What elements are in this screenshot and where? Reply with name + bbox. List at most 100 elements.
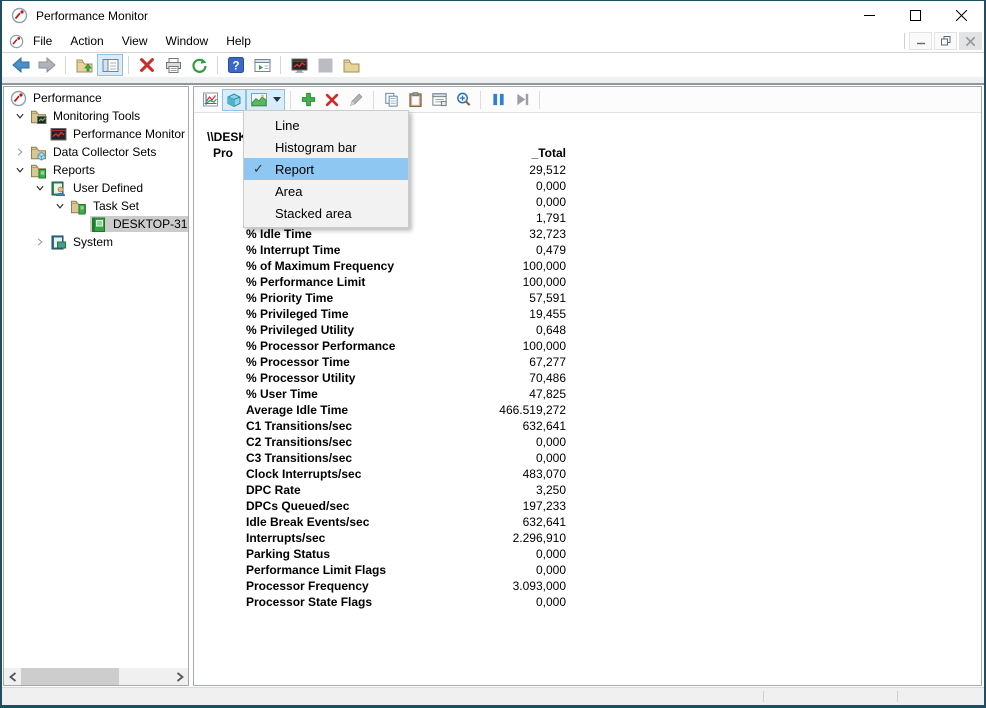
chevron-down-icon[interactable] (10, 162, 30, 178)
console-tree-panel: Performance Monitoring Tools Performance… (3, 86, 189, 686)
view-log-data-button[interactable] (222, 89, 246, 111)
report-row[interactable]: % Privileged Time 19,455 (246, 306, 566, 322)
menu-help[interactable]: Help (217, 31, 260, 51)
chevron-down-icon[interactable] (50, 198, 70, 214)
scroll-right-arrow-icon[interactable] (171, 668, 188, 685)
paste-counter-list-button[interactable] (403, 89, 427, 111)
back-button[interactable] (8, 54, 34, 76)
toolbar-separator (539, 91, 540, 109)
copy-properties-icon (383, 91, 400, 108)
report-row[interactable]: % Processor Time 67,277 (246, 354, 566, 370)
menu-bar: File Action View Window Help (2, 30, 984, 53)
menu-window[interactable]: Window (157, 31, 218, 51)
report-row[interactable]: % Processor Performance 100,000 (246, 338, 566, 354)
open-folder-button[interactable] (338, 54, 364, 76)
menu-file[interactable]: File (24, 31, 61, 51)
maximize-button[interactable] (892, 1, 938, 30)
counter-name: % User Time (246, 387, 318, 401)
disabled-placeholder-icon (317, 57, 334, 74)
chevron-down-icon[interactable] (30, 180, 50, 196)
graph-type-menu-item[interactable]: ✓ Report (244, 158, 408, 180)
report-row[interactable]: % User Time 47,825 (246, 386, 566, 402)
report-row[interactable]: C1 Transitions/sec 632,641 (246, 418, 566, 434)
report-row[interactable]: C2 Transitions/sec 0,000 (246, 434, 566, 450)
report-row[interactable]: % Interrupt Time 0,479 (246, 242, 566, 258)
close-button[interactable] (938, 1, 984, 30)
report-row[interactable]: Clock Interrupts/sec 483,070 (246, 466, 566, 482)
tree-item-performance-monitor[interactable]: Performance Monitor (4, 125, 188, 143)
graph-type-menu-item[interactable]: ✓ Histogram bar (244, 136, 408, 158)
add-counter-button[interactable] (296, 89, 320, 111)
properties-button[interactable] (427, 89, 451, 111)
toolbar-separator (290, 91, 291, 109)
report-row[interactable]: % of Maximum Frequency 100,000 (246, 258, 566, 274)
tree-item-user-defined[interactable]: User Defined (4, 179, 188, 197)
report-row[interactable]: % Priority Time 57,591 (246, 290, 566, 306)
graph-type-dropdown-button[interactable] (270, 89, 285, 111)
report-row[interactable]: Interrupts/sec 2.296,910 (246, 530, 566, 546)
tree-horizontal-scrollbar[interactable] (4, 668, 188, 685)
menu-action[interactable]: Action (61, 31, 112, 51)
disabled-placeholder-button[interactable] (312, 54, 338, 76)
up-level-button[interactable] (71, 54, 97, 76)
report-row[interactable]: C3 Transitions/sec 0,000 (246, 450, 566, 466)
update-data-button[interactable] (510, 89, 534, 111)
report-row[interactable]: Parking Status 0,000 (246, 546, 566, 562)
add-counter-icon (300, 91, 317, 108)
highlight-button[interactable] (344, 89, 368, 111)
console-window-button[interactable] (249, 54, 275, 76)
freeze-display-button[interactable] (486, 89, 510, 111)
tree-item-desktop-report[interactable]: DESKTOP-315I4E (4, 215, 188, 233)
copy-properties-button[interactable] (379, 89, 403, 111)
tree-item-task-set[interactable]: Task Set (4, 197, 188, 215)
menu-view[interactable]: View (113, 31, 157, 51)
chevron-down-icon[interactable] (10, 108, 30, 124)
forward-button[interactable] (34, 54, 60, 76)
zoom-button[interactable] (451, 89, 475, 111)
tree-selection: DESKTOP-315I4E (90, 216, 189, 232)
tree-item-data-collector-sets[interactable]: Data Collector Sets (4, 143, 188, 161)
toggle-console-tree-button[interactable] (97, 54, 123, 76)
performance-chart-button[interactable] (286, 54, 312, 76)
perfmon-menu-icon (9, 34, 24, 49)
tree-item-system[interactable]: System (4, 233, 188, 251)
counter-name: Performance Limit Flags (246, 563, 386, 577)
scroll-left-arrow-icon[interactable] (4, 668, 21, 685)
tree-item-performance[interactable]: Performance (4, 89, 188, 107)
chevron-right-icon[interactable] (30, 234, 50, 250)
report-row[interactable]: Processor State Flags 0,000 (246, 594, 566, 610)
report-row[interactable]: % Processor Utility 70,486 (246, 370, 566, 386)
chevron-right-icon[interactable] (10, 144, 30, 160)
tree-item-label: Performance (31, 90, 104, 106)
statusbar-separator (897, 691, 898, 702)
report-row[interactable]: % Privileged Utility 0,648 (246, 322, 566, 338)
help-button[interactable]: ? (223, 54, 249, 76)
delete-counter-button[interactable] (320, 89, 344, 111)
report-row[interactable]: Idle Break Events/sec 632,641 (246, 514, 566, 530)
report-row[interactable]: DPC Rate 3,250 (246, 482, 566, 498)
tree-item-reports[interactable]: Reports (4, 161, 188, 179)
change-graph-type-button[interactable] (246, 89, 270, 111)
graph-type-menu-item[interactable]: ✓ Area (244, 180, 408, 202)
dropdown-arrow-icon (273, 97, 281, 102)
minimize-button[interactable] (846, 1, 892, 30)
report-column-header: _Total (532, 146, 566, 162)
child-minimize-button[interactable] (909, 32, 932, 50)
report-row[interactable]: % Performance Limit 100,000 (246, 274, 566, 290)
refresh-button[interactable] (186, 54, 212, 76)
report-row[interactable]: Processor Frequency 3.093,000 (246, 578, 566, 594)
report-row[interactable]: DPCs Queued/sec 197,233 (246, 498, 566, 514)
report-row[interactable]: % Idle Time 32,723 (246, 226, 566, 242)
child-close-button[interactable] (959, 32, 982, 50)
child-restore-button[interactable] (934, 32, 957, 50)
view-current-activity-button[interactable] (198, 89, 222, 111)
delete-button[interactable] (134, 54, 160, 76)
graph-type-menu-item[interactable]: ✓ Stacked area (244, 202, 408, 224)
tree-item-monitoring-tools[interactable]: Monitoring Tools (4, 107, 188, 125)
report-row[interactable]: Average Idle Time 466.519,272 (246, 402, 566, 418)
scrollbar-thumb[interactable] (21, 668, 119, 685)
report-row[interactable]: Performance Limit Flags 0,000 (246, 562, 566, 578)
tree-item-label: Performance Monitor (71, 126, 187, 142)
graph-type-menu-item[interactable]: ✓ Line (244, 114, 408, 136)
print-button[interactable] (160, 54, 186, 76)
